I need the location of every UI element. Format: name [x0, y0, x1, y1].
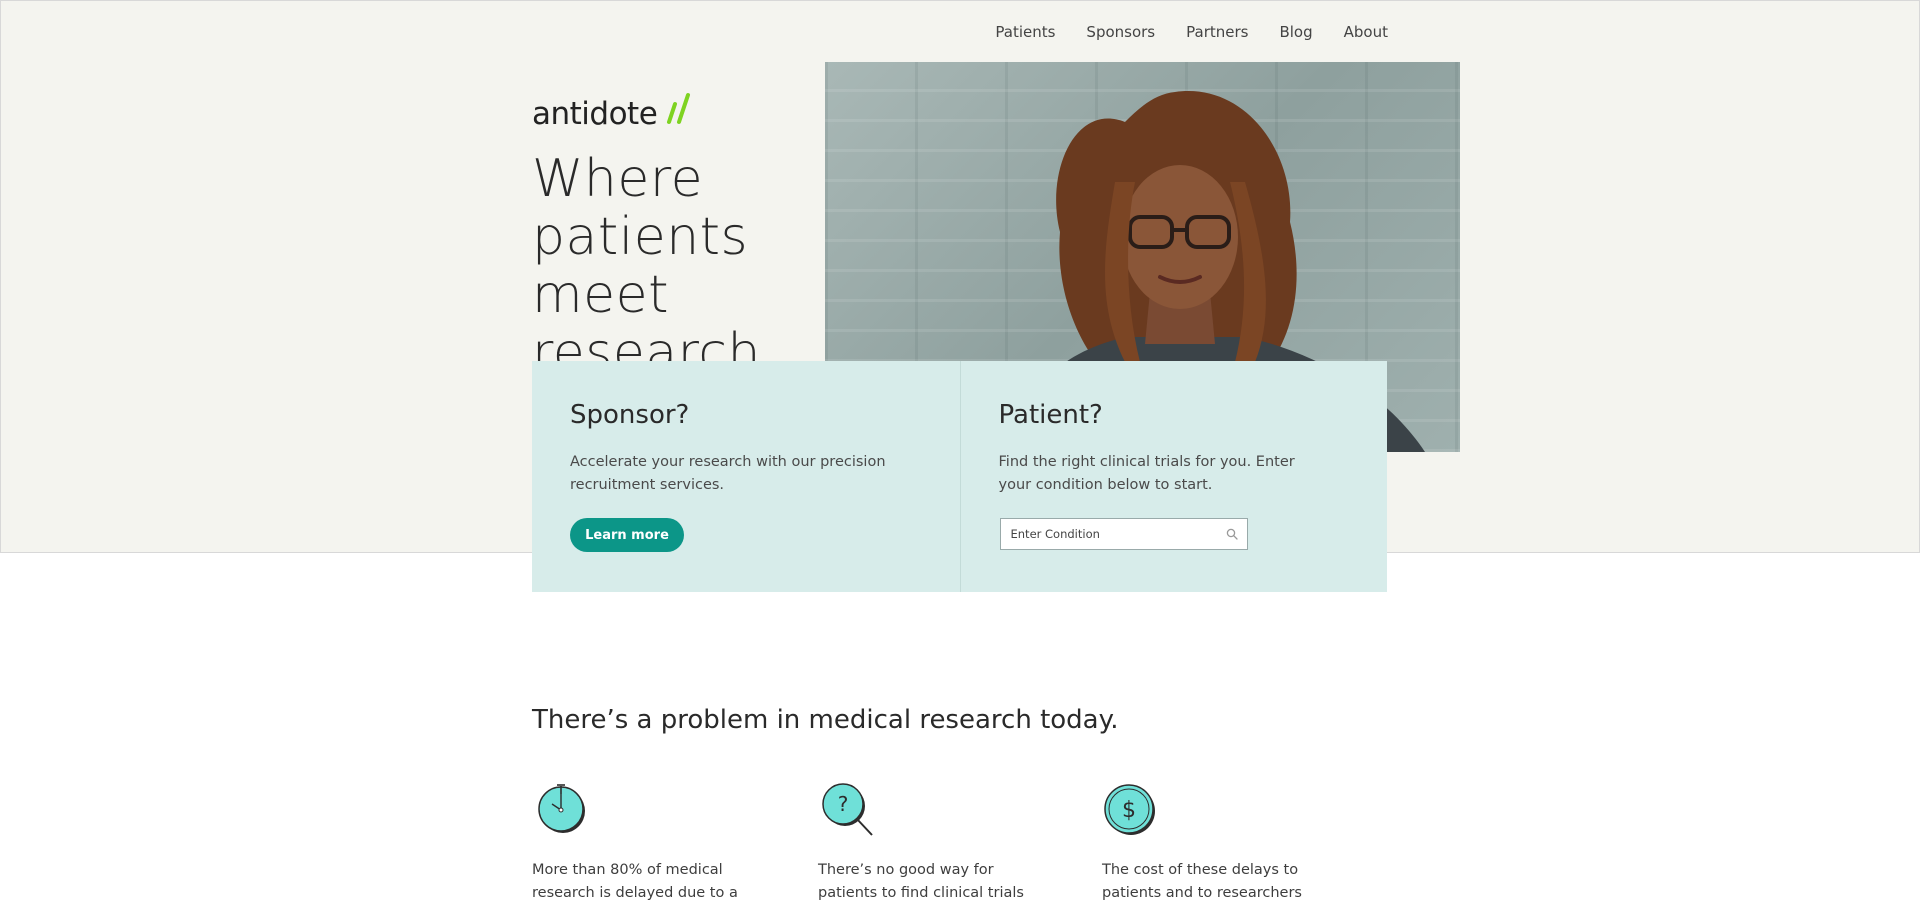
patient-card: Patient? Find the right clinical trials … [959, 361, 1388, 592]
nav-item-partners[interactable]: Partners [1186, 22, 1248, 42]
feature-cost: $ The cost of these delays to patients a… [1102, 782, 1332, 901]
patient-card-text: Find the right clinical trials for you. … [998, 454, 1295, 493]
nav-item-about[interactable]: About [1344, 22, 1388, 42]
logo-slash-icon [667, 93, 691, 124]
main-nav: Patients Sponsors Partners Blog About [995, 22, 1388, 42]
sponsor-card: Sponsor? Accelerate your research with o… [532, 361, 960, 592]
feature-delays: More than 80% of medical research is del… [532, 782, 762, 901]
feature-find-trials: ? There’s no good way for patients to fi… [818, 782, 1048, 901]
logo-wordmark: antidote [532, 96, 658, 132]
sponsor-card-title: Sponsor? [570, 400, 690, 430]
magnifier-question-icon: ? [822, 783, 873, 836]
svg-text:?: ? [838, 792, 849, 816]
dollar-coin-icon: $ [1104, 784, 1155, 835]
antidote-logo[interactable]: antidote [532, 92, 691, 132]
hero-headline: Where patients meet research [532, 149, 761, 383]
feature-delays-text: More than 80% of medical research is del… [532, 862, 738, 901]
condition-search-input[interactable] [1000, 520, 1223, 548]
problem-section-title: There’s a problem in medical research to… [532, 705, 1119, 735]
svg-text:$: $ [1122, 798, 1136, 823]
nav-item-blog[interactable]: Blog [1279, 22, 1312, 42]
patient-card-title: Patient? [998, 400, 1103, 430]
sponsor-card-text: Accelerate your research with our precis… [570, 454, 886, 493]
search-icon[interactable] [1223, 525, 1241, 543]
nav-item-patients[interactable]: Patients [995, 22, 1055, 42]
feature-find-trials-text: There’s no good way for patients to find… [818, 862, 1024, 901]
feature-cost-text: The cost of these delays to patients and… [1102, 862, 1302, 901]
nav-item-sponsors[interactable]: Sponsors [1086, 22, 1155, 42]
learn-more-button[interactable]: Learn more [570, 518, 684, 552]
cta-cards: Sponsor? Accelerate your research with o… [532, 361, 1387, 592]
stopwatch-icon [538, 784, 585, 833]
condition-search [999, 518, 1248, 550]
